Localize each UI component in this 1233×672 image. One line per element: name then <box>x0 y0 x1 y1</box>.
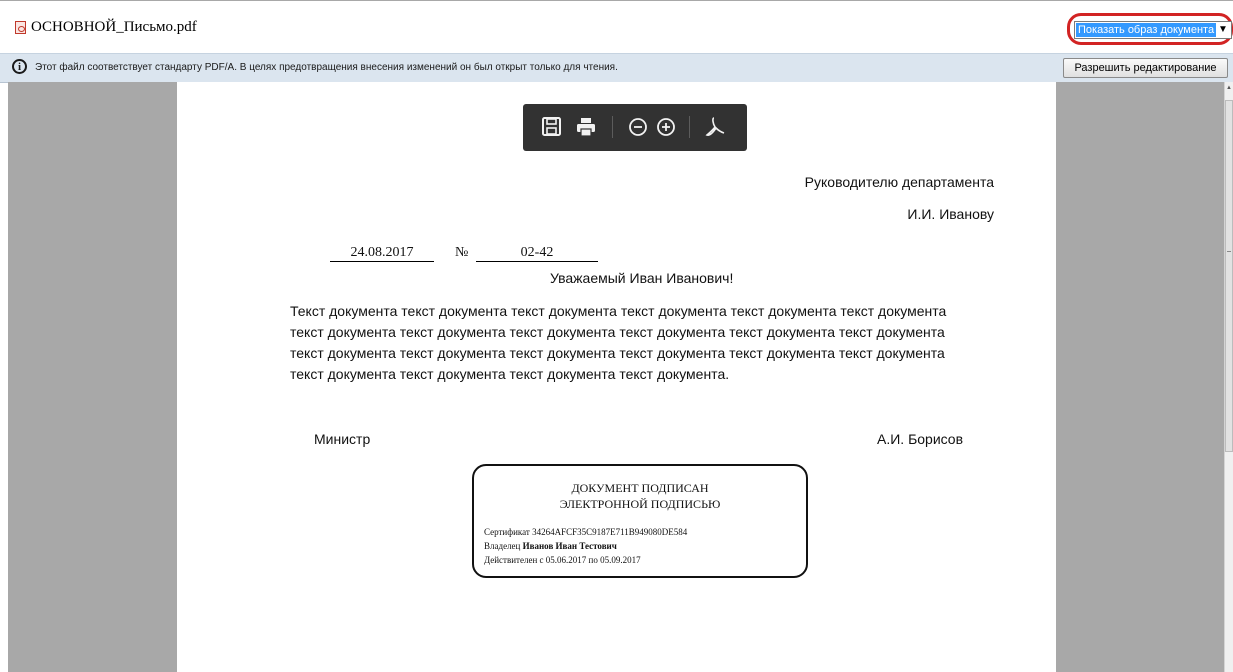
signer-name: А.И. Борисов <box>877 431 964 447</box>
zoom-in-icon[interactable] <box>655 116 677 138</box>
certificate-value: 34264AFCF35C9187E711B949080DE584 <box>532 527 688 537</box>
enable-editing-button[interactable]: Разрешить редактирование <box>1063 58 1228 78</box>
owner-label: Владелец <box>484 541 521 551</box>
pdf-toolbar <box>523 104 747 151</box>
vertical-scrollbar[interactable]: ▲ <box>1224 82 1233 672</box>
pdf-file-icon <box>15 21 26 34</box>
window-titlebar: ОСНОВНОЙ_Письмо.pdf Показать образ докум… <box>0 0 1233 47</box>
stamp-validity: Действителен с 05.06.2017 по 05.09.2017 <box>484 555 641 565</box>
registration-number-label: № <box>455 245 469 260</box>
body-text-line: текст документа текст документа текст до… <box>290 366 730 382</box>
electronic-signature-stamp: ДОКУМЕНТ ПОДПИСАН ЭЛЕКТРОННОЙ ПОДПИСЬЮ С… <box>472 464 808 578</box>
scroll-up-arrow-icon[interactable]: ▲ <box>1225 85 1233 91</box>
acrobat-icon[interactable] <box>704 116 726 138</box>
owner-value: Иванов Иван Тестович <box>522 541 617 551</box>
readonly-infobar: i Этот файл соответствует стандарту PDF/… <box>0 53 1233 83</box>
print-icon[interactable] <box>575 116 597 138</box>
stamp-owner: Владелец Иванов Иван Тестович <box>484 541 617 551</box>
info-icon: i <box>12 59 27 74</box>
pdf-page: Руководителю департамента И.И. Иванову 2… <box>177 82 1056 672</box>
chevron-down-icon[interactable]: ▼ <box>1216 23 1230 37</box>
addressee-name: И.И. Иванову <box>907 206 994 222</box>
toolbar-separator <box>612 116 613 138</box>
validity-value: с 05.06.2017 по 05.09.2017 <box>539 555 641 565</box>
scroll-thumb[interactable] <box>1225 100 1233 452</box>
registration-number: 02-42 <box>476 245 598 262</box>
addressee-title: Руководителю департамента <box>804 174 994 190</box>
certificate-label: Сертификат <box>484 527 530 537</box>
body-text-line: Текст документа текст документа текст до… <box>290 303 947 319</box>
stamp-certificate: Сертификат 34264AFCF35C9187E711B949080DE… <box>484 527 687 537</box>
view-mode-dropdown[interactable]: Показать образ документа ▼ <box>1074 21 1232 39</box>
file-title: ОСНОВНОЙ_Письмо.pdf <box>31 19 197 35</box>
toolbar-separator <box>689 116 690 138</box>
infobar-message: Этот файл соответствует стандарту PDF/A.… <box>35 62 618 73</box>
validity-label: Действителен <box>484 555 538 565</box>
stamp-title: ДОКУМЕНТ ПОДПИСАН ЭЛЕКТРОННОЙ ПОДПИСЬЮ <box>474 480 806 512</box>
signer-position: Министр <box>314 431 371 447</box>
stamp-title-line: ДОКУМЕНТ ПОДПИСАН <box>571 481 709 495</box>
registration-date: 24.08.2017 <box>330 245 434 262</box>
body-text-line: текст документа текст документа текст до… <box>290 324 945 340</box>
greeting: Уважаемый Иван Иванович! <box>550 270 734 286</box>
zoom-out-icon[interactable] <box>627 116 649 138</box>
save-icon[interactable] <box>541 116 563 138</box>
body-text-line: текст документа текст документа текст до… <box>290 345 945 361</box>
view-mode-selected: Показать образ документа <box>1076 23 1216 37</box>
stamp-title-line: ЭЛЕКТРОННОЙ ПОДПИСЬЮ <box>559 497 721 511</box>
scroll-grip-icon <box>1227 251 1231 252</box>
